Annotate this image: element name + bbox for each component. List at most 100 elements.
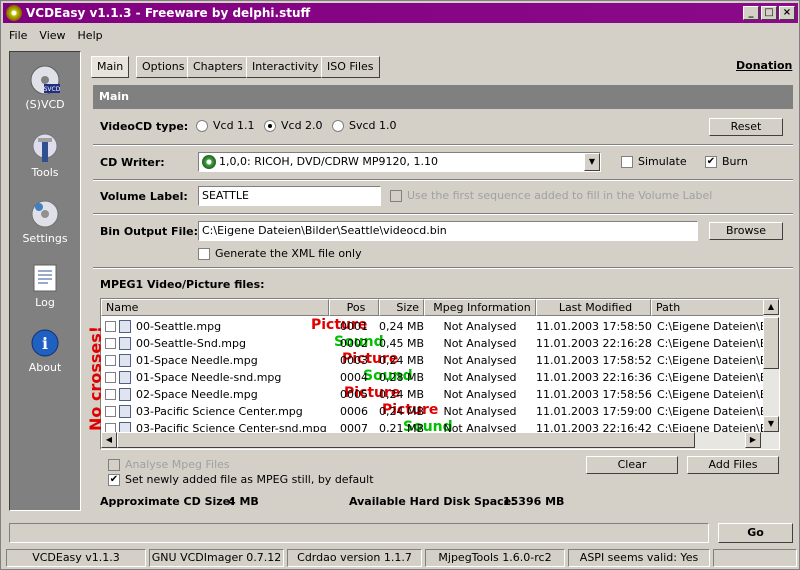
checkbox[interactable]: ✔ [705,155,717,168]
status-mjpegtools: MjpegTools 1.6.0-rc2 [425,549,565,567]
file-path: C:\Eigene Dateien\Bild [657,405,780,418]
generate-xml-checkbox[interactable]: Generate the XML file only [198,247,362,260]
cd-writer-select[interactable]: 1,0,0: RICOH, DVD/CDRW MP9120, 1.10 ▼ [198,152,601,172]
horizontal-scrollbar[interactable]: ◀ ▶ [101,432,779,449]
radio-svcd10[interactable]: Svcd 1.0 [332,119,397,132]
mpeg-info: Not Analysed [443,320,517,333]
file-size: 0,24 MB [379,354,425,367]
menu-help[interactable]: Help [72,29,109,42]
col-pos[interactable]: Pos [329,299,379,316]
svg-text:i: i [42,334,48,353]
radio-vcd11[interactable]: Vcd 1.1 [196,119,255,132]
checkbox[interactable] [621,155,633,168]
checkbox[interactable] [198,247,210,260]
cd-size-label: Approximate CD Size: [100,495,235,508]
mpeg-file-icon [119,371,131,384]
window-title: VCDEasy v1.1.3 - Freeware by delphi.stuf… [26,6,311,20]
browse-button[interactable]: Browse [709,222,783,240]
scroll-right-icon[interactable]: ▶ [745,432,761,448]
file-size: 0,24 MB [379,388,425,401]
file-size: 0,45 MB [379,337,425,350]
scroll-down-icon[interactable]: ▼ [763,416,779,432]
minimize-button[interactable]: _ [743,6,759,20]
table-row[interactable]: 00-Seattle.mpg Picture 0001 0,24 MB Not Anal… [101,317,779,335]
col-size[interactable]: Size [379,299,424,316]
sidebar-item-tools[interactable]: Tools [10,132,80,179]
menu-view[interactable]: View [33,29,71,42]
app-icon [6,5,22,21]
radio-button[interactable] [196,119,208,132]
checkbox-label: Analyse Mpeg Files [125,458,230,471]
sidebar-item-settings[interactable]: Settings [10,198,80,245]
tab-interactivity[interactable]: Interactivity [246,56,325,78]
file-pos: 0004 [340,371,368,384]
file-path: C:\Eigene Dateien\Bild [657,388,780,401]
checkbox-label: Burn [722,155,748,168]
row-checkbox[interactable] [105,389,116,400]
add-files-button[interactable]: Add Files [687,456,779,474]
checkbox[interactable]: ✔ [108,473,120,486]
sidebar-item-svcd[interactable]: SVCD (S)VCD [10,64,80,111]
col-last-modified[interactable]: Last Modified [536,299,651,316]
row-checkbox[interactable] [105,355,116,366]
sidebar-item-label: About [28,361,62,374]
clear-button[interactable]: Clear [586,456,678,474]
last-modified: 11.01.2003 22:16:28 [536,337,652,350]
file-size: 0,24 MB [379,320,425,333]
mpeg-still-checkbox[interactable]: ✔ Set newly added file as MPEG still, by … [108,473,374,486]
radio-label: Vcd 2.0 [281,119,323,132]
simulate-checkbox[interactable]: Simulate [621,155,687,168]
checkbox-label: Simulate [638,155,687,168]
scroll-up-icon[interactable]: ▲ [763,299,779,315]
close-button[interactable]: × [779,6,795,20]
tab-options[interactable]: Options [136,56,191,78]
last-modified: 11.01.2003 17:59:00 [536,405,652,418]
file-pos: 0005 [340,388,368,401]
row-checkbox[interactable] [105,372,116,383]
tab-chapters[interactable]: Chapters [187,56,249,78]
table-row[interactable]: 01-Space Needle.mpg Picture 0003 0,24 MB Not… [101,351,779,369]
radio-vcd20[interactable]: Vcd 2.0 [264,119,323,132]
donation-link[interactable]: Donation [736,59,792,72]
cd-writer-value: 1,0,0: RICOH, DVD/CDRW MP9120, 1.10 [219,155,438,168]
maximize-button[interactable]: □ [761,6,777,20]
volume-label-input[interactable]: SEATTLE [198,186,381,206]
main-window: VCDEasy v1.1.3 - Freeware by delphi.stuf… [0,0,800,570]
sidebar-item-about[interactable]: i About [10,327,80,374]
mpeg-info: Not Analysed [443,337,517,350]
checkbox [390,189,402,202]
chevron-down-icon[interactable]: ▼ [584,153,600,171]
file-name: 02-Space Needle.mpg [136,388,258,401]
table-row[interactable]: 02-Space Needle.mpg Picture 0005 0,24 MB Not… [101,385,779,403]
scroll-left-icon[interactable]: ◀ [101,432,117,448]
scroll-thumb[interactable] [117,432,695,448]
reset-button[interactable]: Reset [709,118,783,136]
file-pos: 0003 [340,354,368,367]
sidebar-item-label: Log [35,296,55,309]
radio-button[interactable] [332,119,344,132]
radio-button[interactable] [264,119,276,132]
burn-checkbox[interactable]: ✔ Burn [705,155,748,168]
col-path[interactable]: Path [651,299,765,316]
bin-output-input[interactable]: C:\Eigene Dateien\Bilder\Seattle\videocd… [198,221,698,241]
col-name[interactable]: Name [101,299,329,316]
go-button[interactable]: Go [718,523,793,543]
col-mpeg-info[interactable]: Mpeg Information [424,299,536,316]
tab-iso-files[interactable]: ISO Files [321,56,380,78]
sidebar-item-log[interactable]: Log [10,262,80,309]
table-row[interactable]: 01-Space Needle-snd.mpg Sound 0004 0,28 MB N… [101,368,779,386]
row-checkbox[interactable] [105,321,116,332]
status-aspi: ASPI seems valid: Yes [568,549,710,567]
table-row[interactable]: 00-Seattle-Snd.mpg Sound 0002 0,45 MB Not An… [101,334,779,352]
menu-file[interactable]: File [3,29,33,42]
tab-main[interactable]: Main [91,56,130,78]
file-name: 03-Pacific Science Center.mpg [136,405,303,418]
vertical-scrollbar[interactable]: ▲ ▼ [763,299,779,432]
row-checkbox[interactable] [105,406,116,417]
table-row[interactable]: 03-Pacific Science Center.mpg Picture 0006… [101,402,779,420]
row-checkbox[interactable] [105,338,116,349]
scroll-thumb[interactable] [763,317,779,369]
disk-space-value: 15396 MB [503,495,565,508]
mpeg-file-list[interactable]: Name Pos Size Mpeg Information Last Modi… [100,298,780,450]
mpeg-info: Not Analysed [443,371,517,384]
